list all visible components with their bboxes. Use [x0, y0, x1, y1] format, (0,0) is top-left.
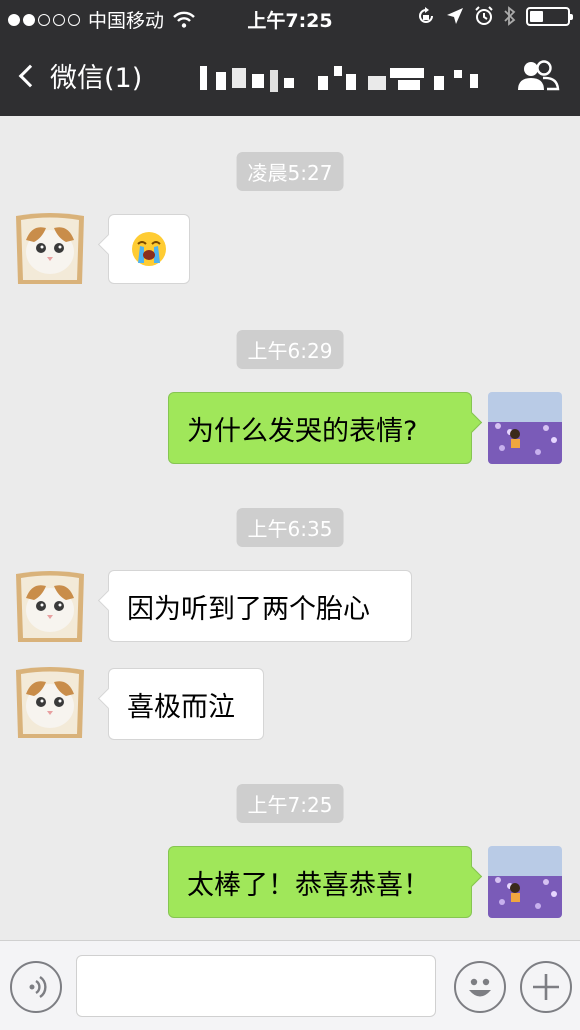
- user-avatar[interactable]: [488, 846, 562, 918]
- user-avatar-image: [488, 392, 562, 464]
- status-right: [416, 6, 573, 26]
- emoji-icon: [469, 978, 491, 997]
- message-bubble-incoming[interactable]: 喜极而泣: [108, 668, 264, 740]
- alarm-icon: [475, 6, 493, 25]
- back-button[interactable]: 微信(1): [16, 56, 142, 95]
- voice-icon: [29, 976, 47, 998]
- message-input[interactable]: [76, 955, 436, 1017]
- message-bubble-incoming[interactable]: 因为听到了两个胎心: [108, 570, 412, 642]
- cat-avatar-image: [16, 667, 84, 738]
- back-label: 微信(1): [50, 63, 143, 94]
- orientation-lock-icon: [419, 7, 433, 23]
- chevron-left-icon: [18, 64, 42, 87]
- cat-avatar[interactable]: [12, 568, 88, 644]
- location-icon: [447, 8, 463, 24]
- contact-icon: [518, 60, 560, 91]
- emoji-button[interactable]: [454, 961, 506, 1013]
- chat-area[interactable]: 凌晨5:27 上午6:29 为什么发哭的表情? 上午6:35 因为听到了两个胎心…: [0, 116, 580, 940]
- cat-avatar-image: [16, 213, 84, 284]
- cat-avatar[interactable]: [12, 210, 88, 286]
- bluetooth-icon: [504, 6, 516, 26]
- status-bar: 中国移动 上午7:25: [0, 0, 580, 36]
- chat-title-redacted: [198, 60, 488, 94]
- user-avatar-image: [488, 846, 562, 918]
- battery-icon: [526, 6, 573, 26]
- message-bubble-emoji[interactable]: [108, 214, 190, 284]
- loudly-crying-face-icon: [132, 232, 166, 266]
- cat-avatar[interactable]: [12, 664, 88, 740]
- contact-info-button[interactable]: [516, 58, 560, 94]
- add-attachment-button[interactable]: [520, 961, 572, 1013]
- voice-toggle-button[interactable]: [10, 961, 62, 1013]
- message-bubble-outgoing[interactable]: 太棒了！恭喜恭喜！: [168, 846, 472, 918]
- message-bubble-outgoing[interactable]: 为什么发哭的表情?: [168, 392, 472, 464]
- timestamp-pill: 凌晨5:27: [236, 152, 344, 191]
- timestamp-pill: 上午7:25: [236, 784, 344, 823]
- timestamp-pill: 上午6:29: [236, 330, 344, 369]
- nav-bar: 微信(1): [0, 36, 580, 116]
- cat-avatar-image: [16, 571, 84, 642]
- battery-level: [530, 10, 543, 22]
- user-avatar[interactable]: [488, 392, 562, 464]
- input-bar: [0, 940, 580, 1030]
- timestamp-pill: 上午6:35: [236, 508, 344, 547]
- add-icon: [533, 974, 559, 1000]
